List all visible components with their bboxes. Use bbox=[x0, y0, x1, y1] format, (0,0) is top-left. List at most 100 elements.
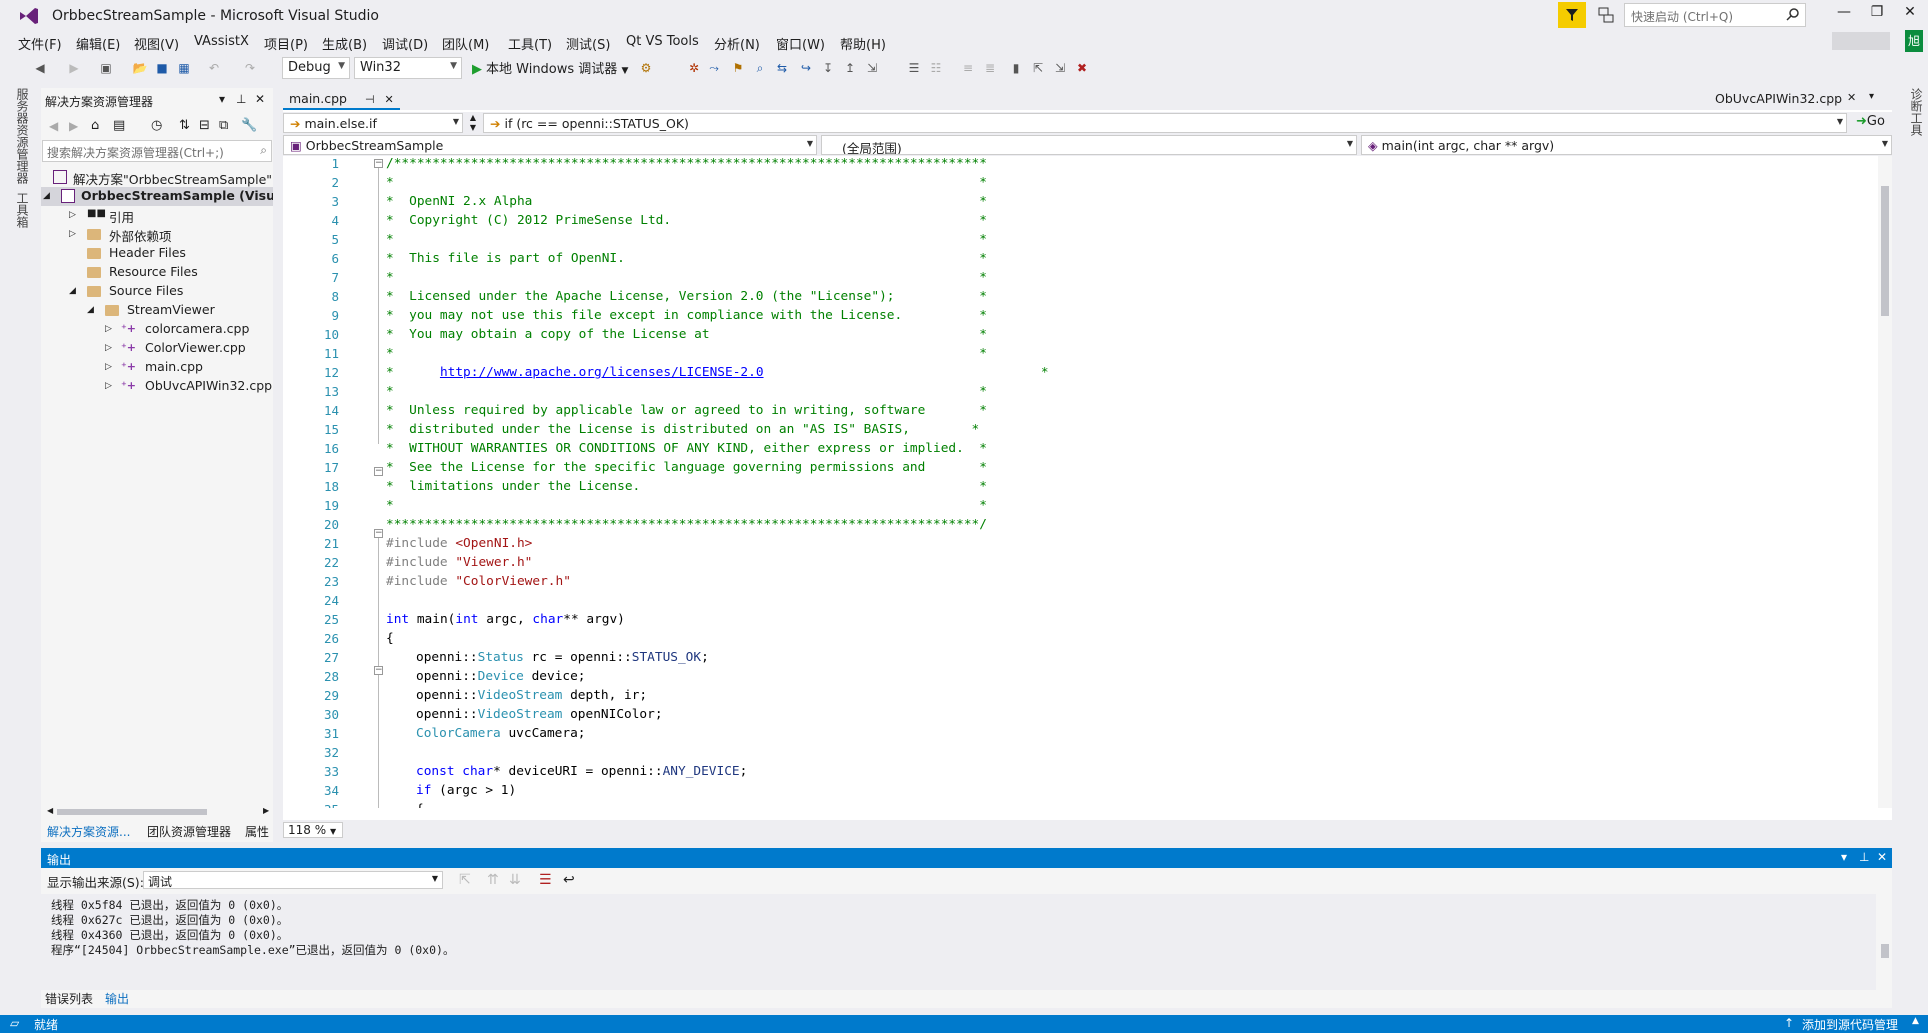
back-icon[interactable]: ◀ bbox=[32, 60, 48, 76]
tree-item-header-files[interactable]: Header Files bbox=[41, 244, 273, 263]
output-source-select[interactable]: 调试 ▼ bbox=[143, 871, 443, 889]
bookmark-tool-icon[interactable]: ⚑ bbox=[730, 60, 746, 76]
notification-filter-button[interactable] bbox=[1558, 2, 1586, 28]
user-name-bar[interactable] bbox=[1832, 32, 1890, 50]
output-scrollbar[interactable] bbox=[1878, 894, 1892, 990]
menu-test[interactable]: 测试(S) bbox=[566, 34, 610, 53]
bookmark-icon[interactable]: ▮ bbox=[1008, 60, 1024, 76]
prev-bookmark-icon[interactable]: ⇱ bbox=[1030, 60, 1046, 76]
tree-item-obuvcapiwin32[interactable]: ▷ ⁺+ ObUvcAPIWin32.cpp bbox=[41, 377, 273, 396]
feedback-icon[interactable] bbox=[1598, 7, 1614, 23]
close-icon[interactable]: ✕ bbox=[385, 93, 394, 106]
outdent-icon[interactable]: ≡ bbox=[960, 60, 976, 76]
back-icon[interactable]: ◀ bbox=[49, 119, 58, 133]
tab-team-explorer[interactable]: 团队资源管理器 bbox=[147, 823, 231, 840]
comment-icon[interactable]: ☰ bbox=[906, 60, 922, 76]
tab-output[interactable]: 输出 bbox=[105, 990, 129, 1007]
close-icon[interactable]: ✕ bbox=[255, 92, 265, 106]
definition-combo[interactable]: ➔ if (rc == openni::STATUS_OK) ▼ bbox=[483, 113, 1847, 133]
server-explorer-tab[interactable]: 服务器资源管理器 bbox=[14, 88, 31, 184]
start-debugging-button[interactable]: ▶ 本地 Windows 调试器 ▼ bbox=[472, 58, 628, 77]
menu-project[interactable]: 项目(P) bbox=[264, 34, 308, 53]
next-message-icon[interactable]: ⇊ bbox=[509, 872, 521, 888]
solution-config-select[interactable]: Debug ▼ bbox=[282, 57, 350, 79]
tree-item-resource-files[interactable]: Resource Files bbox=[41, 263, 273, 282]
uncomment-icon[interactable]: ☷ bbox=[928, 60, 944, 76]
close-icon[interactable]: ✕ bbox=[1847, 91, 1856, 104]
close-icon[interactable]: ✕ bbox=[1877, 850, 1887, 864]
clear-bookmarks-icon[interactable]: ✖ bbox=[1074, 60, 1090, 76]
tree-item-colorcamera[interactable]: ▷ ⁺+ colorcamera.cpp bbox=[41, 320, 273, 339]
tree-item-project[interactable]: ◢ OrbbecStreamSample (Visual bbox=[41, 187, 273, 206]
tree-item-source-files[interactable]: ◢ Source Files bbox=[41, 282, 273, 301]
word-wrap-icon[interactable]: ↩ bbox=[563, 872, 575, 888]
solution-search-input[interactable]: 搜索解决方案资源管理器(Ctrl+;) ⌕ bbox=[42, 140, 272, 162]
tree-item-streamviewer[interactable]: ◢ StreamViewer bbox=[41, 301, 273, 320]
prev-message-icon[interactable]: ⇈ bbox=[487, 872, 499, 888]
diagnostic-tools-tab[interactable]: 诊断工具 bbox=[1908, 88, 1925, 136]
collapse-all-icon[interactable]: ⊟ bbox=[199, 118, 210, 133]
menu-edit[interactable]: 编辑(E) bbox=[76, 34, 120, 53]
menu-analyze[interactable]: 分析(N) bbox=[714, 34, 760, 53]
output-text[interactable]: 线程 0x5f84 已退出，返回值为 0 (0x0)。 线程 0x627c 已退… bbox=[41, 894, 1876, 990]
tab-obuvcapiwin32[interactable]: ObUvcAPIWin32.cpp bbox=[1715, 91, 1842, 106]
forward-icon[interactable]: ▶ bbox=[66, 60, 82, 76]
menu-qt-vs-tools[interactable]: Qt VS Tools bbox=[626, 34, 699, 49]
pin-icon[interactable]: ⊣ bbox=[365, 93, 375, 106]
tree-item-external-deps[interactable]: ▷ 外部依赖项 bbox=[41, 225, 273, 244]
tree-item-main[interactable]: ▷ ⁺+ main.cpp bbox=[41, 358, 273, 377]
tab-properties[interactable]: 属性 bbox=[245, 823, 269, 840]
code-area[interactable]: − − − − /*******************************… bbox=[283, 156, 1873, 808]
close-window-button[interactable]: ✕ bbox=[1895, 4, 1925, 26]
step-out-icon[interactable]: ↥ bbox=[842, 60, 858, 76]
new-project-icon[interactable]: ▣ bbox=[98, 60, 114, 76]
project-combo[interactable]: ▣ OrbbecStreamSample ▼ bbox=[283, 135, 817, 155]
chevron-up-icon[interactable]: ▲ bbox=[1912, 1016, 1919, 1026]
undo-icon[interactable]: ↶ bbox=[206, 60, 222, 76]
fold-toggle-icon[interactable]: − bbox=[374, 529, 383, 538]
menu-build[interactable]: 生成(B) bbox=[322, 34, 367, 53]
run-to-cursor-icon[interactable]: ⇲ bbox=[864, 60, 880, 76]
vertical-scrollbar[interactable] bbox=[1878, 156, 1892, 808]
attach-icon[interactable]: ⚙ bbox=[638, 60, 654, 76]
redo-icon[interactable]: ↷ bbox=[242, 60, 258, 76]
tree-item-solution[interactable]: 解决方案"OrbbecStreamSample"(1 bbox=[41, 168, 273, 187]
save-all-icon[interactable]: ▦ bbox=[176, 60, 192, 76]
platform-select[interactable]: Win32 ▼ bbox=[354, 57, 462, 79]
horizontal-scrollbar[interactable]: ◀ ▶ bbox=[47, 806, 271, 816]
menu-file[interactable]: 文件(F) bbox=[18, 34, 62, 53]
indent-more-icon[interactable]: ≣ bbox=[982, 60, 998, 76]
restore-button[interactable]: ❐ bbox=[1862, 4, 1892, 26]
properties-icon[interactable]: 🔧 bbox=[241, 118, 257, 133]
menu-tools[interactable]: 工具(T) bbox=[508, 34, 552, 53]
tab-list-dropdown-icon[interactable]: ▾ bbox=[1869, 91, 1874, 102]
switch-views-icon[interactable]: ▤ bbox=[113, 118, 125, 133]
sync-icon[interactable]: ⇅ bbox=[179, 118, 190, 133]
scroll-thumb[interactable] bbox=[57, 809, 207, 815]
spinner[interactable]: ▲ ▼ bbox=[467, 113, 479, 133]
fold-toggle-icon[interactable]: − bbox=[374, 666, 383, 675]
pin-icon[interactable]: ⊥ bbox=[1859, 850, 1869, 864]
menu-debug[interactable]: 调试(D) bbox=[382, 34, 428, 53]
minimize-button[interactable]: — bbox=[1829, 4, 1859, 26]
fold-toggle-icon[interactable]: − bbox=[374, 467, 383, 476]
member-combo[interactable]: ◈ main(int argc, char ** argv) ▼ bbox=[1361, 135, 1892, 155]
menu-help[interactable]: 帮助(H) bbox=[840, 34, 886, 53]
license-link[interactable]: http://www.apache.org/licenses/LICENSE-2… bbox=[440, 365, 764, 380]
dropdown-icon[interactable]: ▾ bbox=[219, 92, 225, 106]
find-message-icon[interactable]: ⇱ bbox=[459, 872, 471, 888]
history-icon[interactable]: ◷ bbox=[151, 118, 162, 133]
scroll-thumb[interactable] bbox=[1881, 944, 1889, 958]
tab-error-list[interactable]: 错误列表 bbox=[45, 990, 93, 1007]
save-icon[interactable]: ■ bbox=[154, 60, 170, 76]
tab-solution-explorer[interactable]: 解决方案资源... bbox=[47, 823, 130, 840]
show-all-files-icon[interactable]: ⧉ bbox=[219, 118, 228, 133]
zoom-select[interactable]: 118 % ▼ bbox=[283, 822, 343, 838]
pin-icon[interactable]: ⊥ bbox=[236, 92, 246, 106]
scroll-thumb[interactable] bbox=[1881, 186, 1889, 316]
tree-item-colorviewer[interactable]: ▷ ⁺+ ColorViewer.cpp bbox=[41, 339, 273, 358]
next-bookmark-icon[interactable]: ⇲ bbox=[1052, 60, 1068, 76]
step-over-icon[interactable]: ↪ bbox=[798, 60, 814, 76]
fold-toggle-icon[interactable]: − bbox=[374, 159, 383, 168]
scroll-right-icon[interactable]: ▶ bbox=[263, 806, 269, 815]
